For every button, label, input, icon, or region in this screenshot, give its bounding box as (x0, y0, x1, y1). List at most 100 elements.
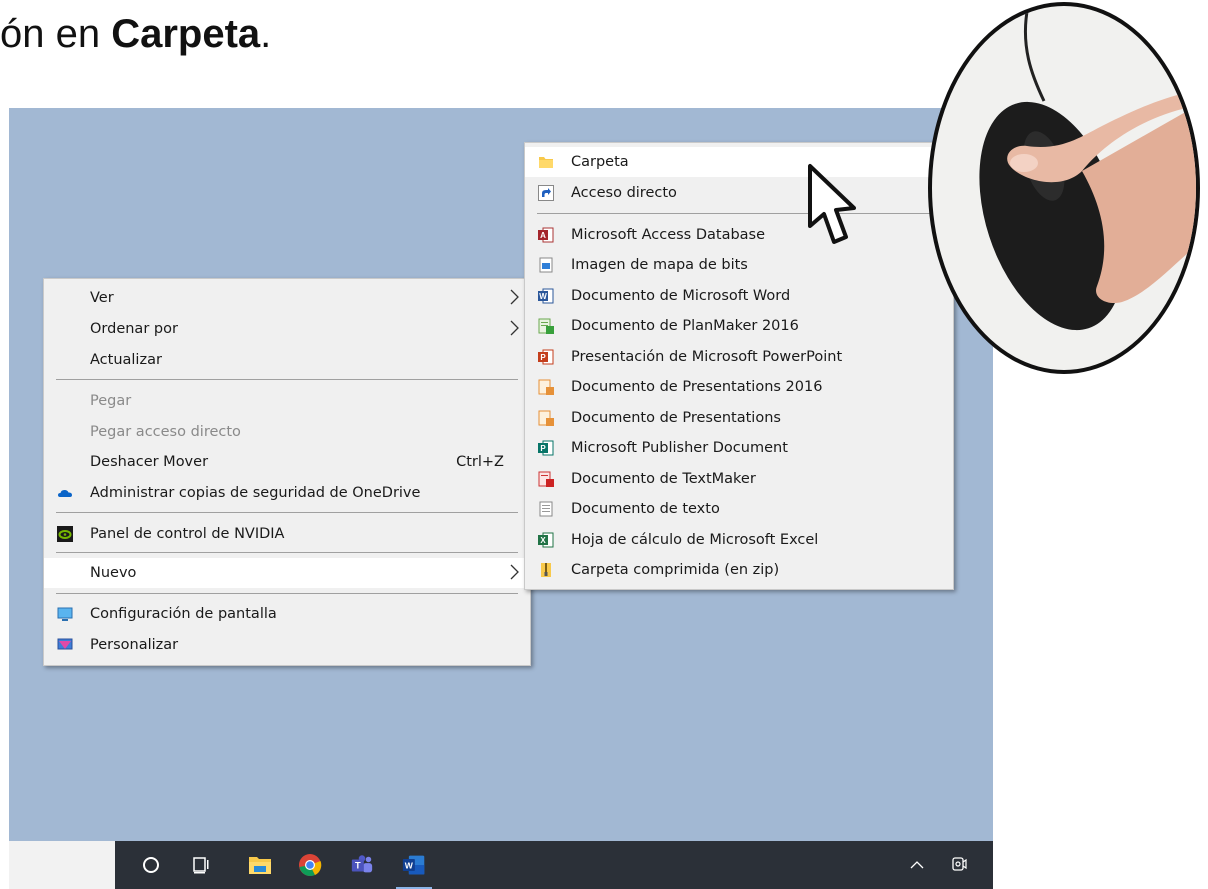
search-box[interactable] (9, 841, 115, 889)
chrome-icon (299, 854, 322, 877)
mouse-pointer-icon (808, 164, 856, 244)
submenu-item-label: Imagen de mapa de bits (571, 257, 748, 273)
presentations-icon (538, 379, 554, 395)
menu-item-configuracion-pantalla[interactable]: Configuración de pantalla (44, 599, 530, 629)
submenu-item-label: Presentación de Microsoft PowerPoint (571, 349, 843, 365)
menu-item-label: Configuración de pantalla (90, 606, 277, 622)
menu-separator (56, 512, 518, 513)
menu-item-ver[interactable]: Ver (44, 283, 530, 313)
menu-item-personalizar[interactable]: Personalizar (44, 630, 530, 660)
teams-button[interactable]: T (350, 853, 374, 877)
submenu-item-bitmap[interactable]: Imagen de mapa de bits (525, 250, 953, 280)
menu-item-label: Actualizar (90, 352, 162, 368)
submenu-item-excel[interactable]: X Hoja de cálculo de Microsoft Excel (525, 525, 953, 555)
menu-separator (537, 213, 941, 214)
menu-item-onedrive-backup[interactable]: Administrar copias de seguridad de OneDr… (44, 478, 530, 508)
presentations-icon (538, 410, 554, 426)
svg-text:T: T (355, 861, 361, 871)
submenu-item-word[interactable]: W Documento de Microsoft Word (525, 281, 953, 311)
taskbar: T W (9, 841, 993, 889)
word-button[interactable]: W (396, 853, 432, 889)
textmaker-icon (538, 471, 554, 487)
display-settings-icon (57, 607, 73, 621)
desktop-context-menu: Ver Ordenar por Actualizar Pegar Pegar a… (43, 278, 531, 666)
menu-item-pegar[interactable]: Pegar (44, 386, 530, 416)
shortcut-label: Ctrl+Z (456, 454, 504, 470)
submenu-item-label: Documento de PlanMaker 2016 (571, 318, 799, 334)
nvidia-icon (57, 526, 73, 542)
menu-separator (56, 552, 518, 553)
submenu-item-access[interactable]: A Microsoft Access Database (525, 220, 953, 250)
task-view-button[interactable] (190, 853, 214, 877)
personalize-icon (57, 638, 73, 650)
submenu-item-label: Documento de Presentations (571, 410, 781, 426)
submenu-item-label: Acceso directo (571, 185, 677, 201)
menu-item-pegar-acceso-directo[interactable]: Pegar acceso directo (44, 417, 530, 447)
show-hidden-icons-button[interactable] (905, 853, 929, 877)
submenu-item-carpeta[interactable]: Carpeta (525, 147, 953, 177)
chevron-right-icon (510, 320, 519, 336)
chevron-right-icon (510, 289, 519, 305)
menu-item-label: Administrar copias de seguridad de OneDr… (90, 485, 421, 501)
submenu-item-label: Documento de texto (571, 501, 720, 517)
submenu-item-label: Documento de Presentations 2016 (571, 379, 823, 395)
menu-item-label: Nuevo (90, 565, 137, 581)
svg-text:W: W (405, 860, 414, 870)
submenu-item-planmaker[interactable]: Documento de PlanMaker 2016 (525, 311, 953, 341)
meet-now-button[interactable] (947, 853, 971, 877)
svg-text:W: W (539, 292, 547, 301)
cortana-button[interactable] (139, 853, 163, 877)
folder-icon (539, 157, 553, 168)
submenu-nuevo: Carpeta Acceso directo A Microsoft Acces… (524, 142, 954, 590)
chrome-button[interactable] (298, 853, 322, 877)
chevron-right-icon (510, 564, 519, 580)
menu-item-nvidia[interactable]: Panel de control de NVIDIA (44, 519, 530, 549)
teams-icon: T (351, 855, 373, 873)
menu-item-label: Pegar (90, 393, 132, 409)
text-document-icon (539, 501, 553, 517)
file-explorer-icon (249, 857, 271, 874)
menu-item-label: Ver (90, 290, 114, 306)
onedrive-cloud-icon (58, 490, 72, 497)
cortana-circle-icon (143, 857, 159, 873)
svg-text:A: A (540, 231, 546, 240)
submenu-item-label: Carpeta (571, 154, 629, 170)
menu-item-label: Panel de control de NVIDIA (90, 526, 285, 542)
meet-now-icon (952, 857, 967, 871)
svg-text:X: X (540, 536, 546, 545)
svg-text:P: P (540, 353, 546, 362)
planmaker-icon (538, 318, 554, 334)
menu-item-label: Deshacer Mover (90, 454, 209, 470)
submenu-item-textmaker[interactable]: Documento de TextMaker (525, 464, 953, 494)
menu-item-deshacer-mover[interactable]: Deshacer Mover Ctrl+Z (44, 447, 530, 477)
file-explorer-button[interactable] (248, 853, 272, 877)
mouse-photo-illustration (979, 6, 1196, 331)
submenu-item-acceso-directo[interactable]: Acceso directo (525, 178, 953, 208)
menu-item-ordenar-por[interactable]: Ordenar por (44, 314, 530, 344)
menu-item-actualizar[interactable]: Actualizar (44, 345, 530, 375)
menu-separator (56, 379, 518, 380)
submenu-item-label: Hoja de cálculo de Microsoft Excel (571, 532, 819, 548)
submenu-item-presentations-2016[interactable]: Documento de Presentations 2016 (525, 372, 953, 402)
submenu-item-zip[interactable]: Carpeta comprimida (en zip) (525, 555, 953, 585)
submenu-item-powerpoint[interactable]: P Presentación de Microsoft PowerPoint (525, 342, 953, 372)
word-taskbar-icon: W (402, 855, 425, 875)
submenu-item-texto[interactable]: Documento de texto (525, 494, 953, 524)
menu-separator (56, 593, 518, 594)
menu-item-label: Ordenar por (90, 321, 178, 337)
submenu-item-label: Microsoft Access Database (571, 227, 766, 243)
menu-item-label: Personalizar (90, 637, 179, 653)
task-view-icon (193, 857, 209, 874)
powerpoint-icon: P (538, 349, 554, 365)
bitmap-icon (539, 257, 553, 273)
chevron-up-icon (910, 861, 924, 869)
zip-folder-icon (541, 563, 551, 577)
submenu-item-label: Documento de TextMaker (571, 471, 756, 487)
submenu-item-presentations[interactable]: Documento de Presentations (525, 403, 953, 433)
submenu-item-label: Documento de Microsoft Word (571, 288, 791, 304)
submenu-item-label: Carpeta comprimida (en zip) (571, 562, 780, 578)
publisher-icon: P (538, 440, 554, 456)
hand-on-mouse-photo (928, 2, 1200, 374)
submenu-item-publisher[interactable]: P Microsoft Publisher Document (525, 433, 953, 463)
menu-item-nuevo[interactable]: Nuevo (44, 558, 530, 588)
